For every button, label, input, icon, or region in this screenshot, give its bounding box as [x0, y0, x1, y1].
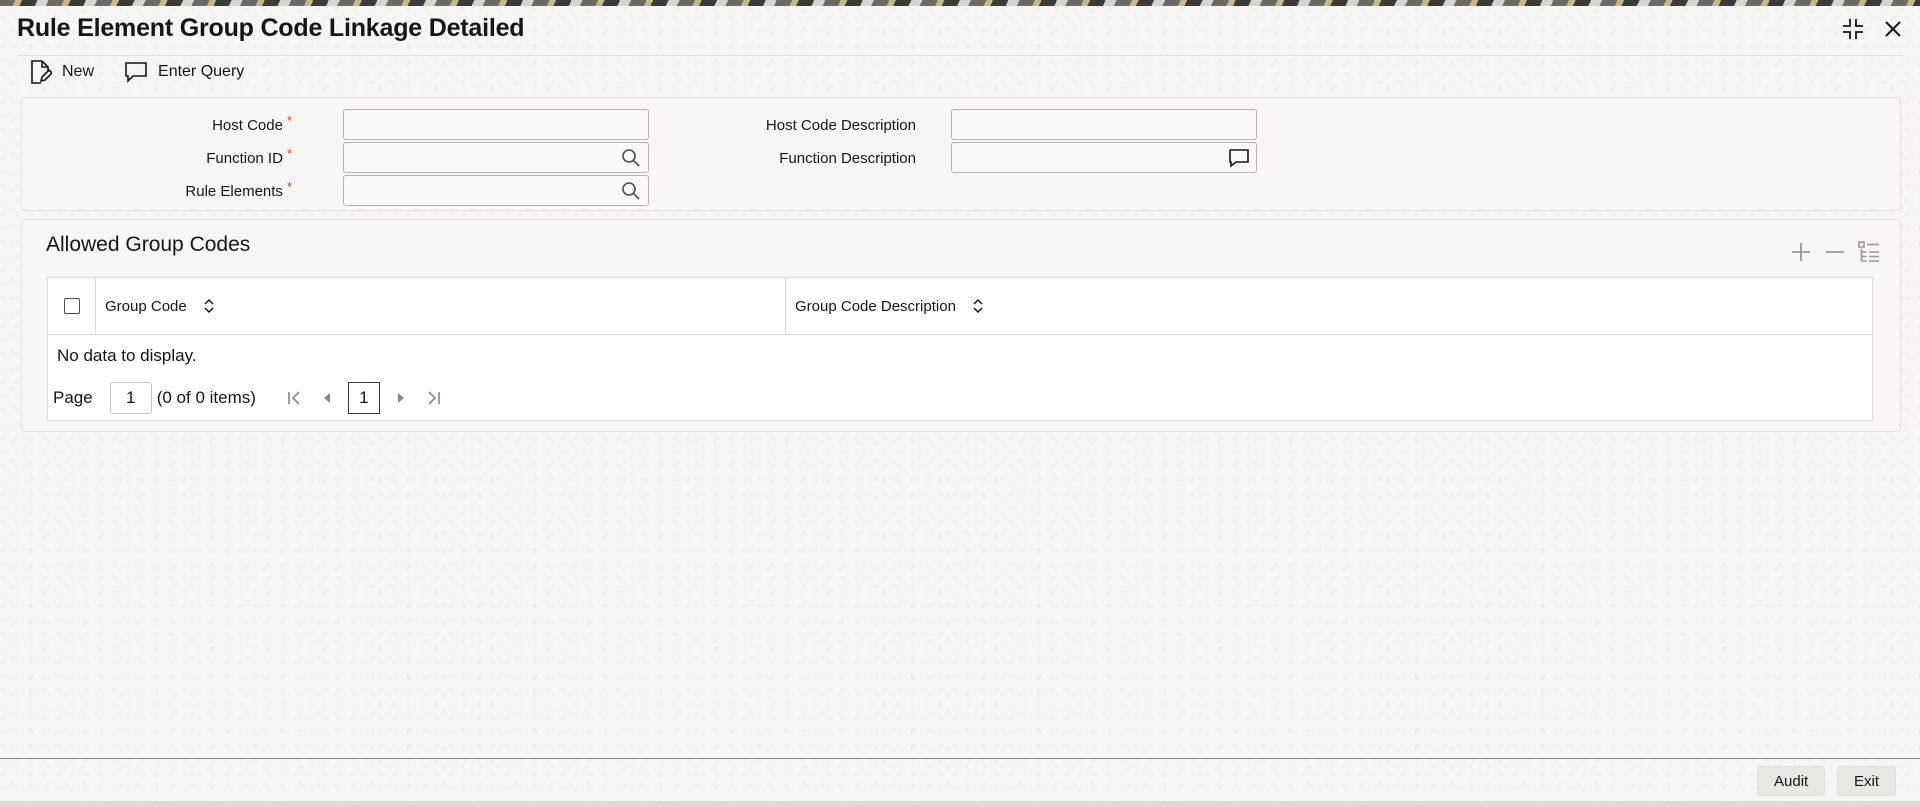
- function-id-input[interactable]: [344, 143, 648, 172]
- new-document-icon: [31, 60, 52, 84]
- next-page-icon: [397, 393, 404, 403]
- last-page-button[interactable]: [422, 387, 444, 409]
- collapse-window-button[interactable]: [1840, 16, 1866, 42]
- items-count: (0 of 0 items): [156, 388, 256, 407]
- sort-icon[interactable]: [203, 298, 215, 314]
- close-window-button[interactable]: [1880, 16, 1906, 42]
- pagination: Page 1 (0 of 0 items) 1: [53, 382, 444, 414]
- empty-message: No data to display.: [57, 346, 197, 365]
- page-label: Page: [53, 388, 93, 407]
- exit-button[interactable]: Exit: [1837, 766, 1897, 796]
- sort-icon[interactable]: [972, 298, 984, 314]
- host-code-input[interactable]: [344, 110, 648, 139]
- host-code-field[interactable]: [343, 109, 649, 140]
- required-marker: *: [286, 178, 292, 194]
- previous-page-button[interactable]: [316, 387, 338, 409]
- function-id-row: Function ID *: [22, 142, 302, 174]
- group-codes-table: Group Code Group Code Description No dat…: [47, 277, 1873, 421]
- audit-button[interactable]: Audit: [1757, 766, 1826, 796]
- footer-divider: [0, 758, 1920, 759]
- first-page-icon: [288, 391, 300, 405]
- grid-actions: [1788, 239, 1882, 265]
- minus-icon: [1826, 251, 1844, 253]
- host-code-label: Host Code *: [212, 112, 292, 134]
- function-id-field[interactable]: [343, 142, 649, 173]
- select-all-cell: [48, 278, 96, 334]
- column-label: Group Code Description: [795, 297, 956, 315]
- query-bubble-icon: [125, 62, 147, 83]
- required-marker: *: [286, 145, 292, 161]
- enter-query-label: Enter Query: [158, 63, 245, 80]
- host-code-description-label: Host Code Description: [765, 116, 916, 134]
- single-record-view-button[interactable]: [1856, 239, 1882, 265]
- rule-elements-lookup-button[interactable]: [620, 180, 642, 202]
- table-header: Group Code Group Code Description: [48, 278, 1872, 335]
- window-controls: [1840, 16, 1906, 42]
- rule-elements-input[interactable]: [344, 176, 648, 205]
- bottom-strip: [0, 801, 1920, 807]
- column-label: Group Code: [105, 297, 187, 315]
- next-page-button[interactable]: [390, 387, 412, 409]
- pager-nav: 1: [284, 382, 444, 414]
- sort-icon: [204, 298, 214, 314]
- host-code-row: Host Code *: [22, 109, 302, 141]
- enter-query-button[interactable]: Enter Query: [124, 58, 244, 86]
- first-page-button[interactable]: [284, 387, 306, 409]
- new-button[interactable]: New: [28, 58, 94, 86]
- column-header-group-code[interactable]: Group Code: [96, 278, 786, 334]
- list-detail-icon: [1858, 241, 1879, 262]
- search-icon: [622, 149, 640, 167]
- plus-icon: [1792, 243, 1810, 261]
- comment-bubble-icon: [1229, 149, 1249, 168]
- new-button-label: New: [62, 63, 95, 80]
- function-description-field[interactable]: [951, 142, 1257, 173]
- function-description-row: Function Description: [656, 142, 936, 174]
- current-page-button[interactable]: 1: [347, 382, 380, 414]
- function-description-label: Function Description: [779, 149, 916, 167]
- allowed-group-codes-panel: Allowed Group Codes Group Code Group Cod…: [21, 219, 1901, 432]
- rule-elements-field[interactable]: [343, 175, 649, 206]
- rule-elements-row: Rule Elements *: [22, 175, 302, 207]
- toolbar: New Enter Query: [28, 58, 244, 86]
- host-code-description-row: Host Code Description: [656, 109, 936, 141]
- select-all-checkbox[interactable]: [63, 298, 80, 314]
- collapse-icon: [1843, 19, 1863, 39]
- required-marker: *: [286, 112, 292, 128]
- search-icon: [622, 182, 640, 200]
- add-row-button[interactable]: [1788, 239, 1814, 265]
- host-code-description-input[interactable]: [952, 110, 1256, 139]
- page-title: Rule Element Group Code Linkage Detailed: [17, 14, 525, 42]
- last-page-icon: [428, 391, 440, 405]
- delete-row-button[interactable]: [1822, 239, 1848, 265]
- page-number-input[interactable]: 1: [109, 382, 152, 414]
- previous-page-icon: [323, 393, 330, 403]
- criteria-form-panel: Host Code * Function ID * Rule Elements * H…: [21, 97, 1901, 211]
- function-description-edit-button[interactable]: [1228, 147, 1250, 169]
- header-decorative-strip: [0, 0, 1920, 6]
- rule-elements-label: Rule Elements *: [185, 178, 292, 200]
- sort-icon: [973, 298, 983, 314]
- host-code-description-field[interactable]: [951, 109, 1257, 140]
- function-id-lookup-button[interactable]: [620, 147, 642, 169]
- function-id-label: Function ID *: [206, 145, 292, 167]
- title-divider: [17, 55, 1903, 56]
- close-icon: [1885, 21, 1901, 37]
- function-description-input[interactable]: [952, 143, 1256, 172]
- section-title: Allowed Group Codes: [46, 233, 251, 256]
- column-header-group-code-description[interactable]: Group Code Description: [786, 278, 1872, 334]
